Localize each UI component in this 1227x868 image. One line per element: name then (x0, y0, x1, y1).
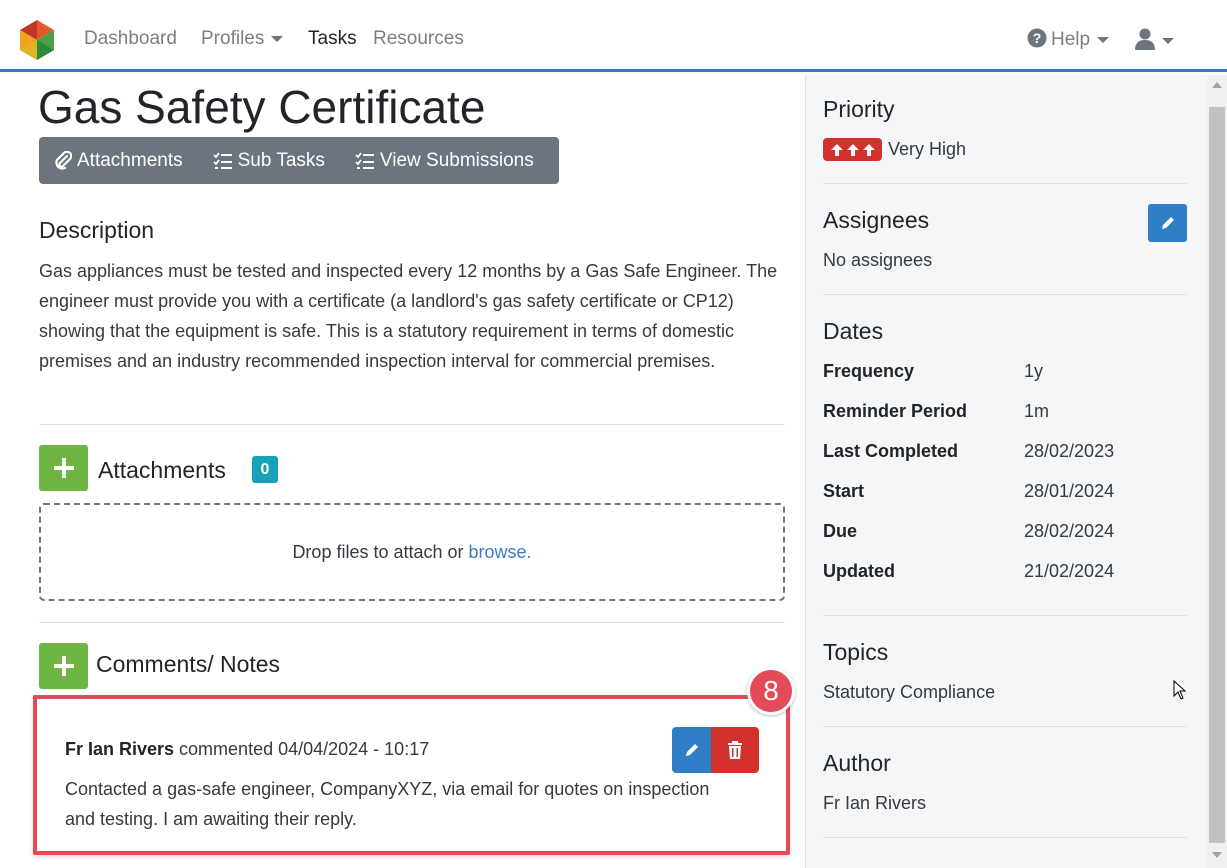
date-value-due: 28/02/2024 (1024, 521, 1115, 541)
chevron-down-icon (1162, 37, 1174, 44)
date-label-due: Due (823, 521, 858, 541)
scrollbar-thumb[interactable] (1209, 107, 1225, 843)
divider (823, 837, 1187, 838)
question-circle-icon: ? (1027, 28, 1047, 48)
comment-author[interactable]: Fr Ian Rivers (65, 739, 174, 759)
browse-link[interactable]: browse. (469, 542, 532, 562)
checklist-icon (355, 151, 374, 169)
dates-heading: Dates (823, 318, 884, 344)
attachments-tab-label: Attachments (77, 149, 183, 171)
dropzone-text: Drop files to attach or (292, 542, 469, 562)
file-dropzone[interactable]: Drop files to attach or browse. (39, 503, 785, 601)
divider (39, 622, 785, 623)
comment-timestamp: commented 04/04/2024 - 10:17 (174, 739, 430, 759)
pencil-icon (1161, 217, 1174, 229)
topics-value: Statutory Compliance (823, 682, 996, 702)
checklist-icon (212, 151, 232, 169)
comments-heading: Comments/ Notes (96, 651, 281, 677)
date-label-updated: Updated (823, 561, 895, 581)
scroll-up-arrow-icon[interactable] (1212, 82, 1222, 88)
view-submissions-label: View Submissions (379, 149, 534, 171)
description-heading: Description (39, 217, 155, 243)
date-value-start: 28/01/2024 (1024, 481, 1115, 501)
topics-heading: Topics (823, 639, 889, 665)
view-submissions-button[interactable]: View Submissions (340, 137, 549, 184)
divider (39, 424, 785, 425)
subtasks-tab-button[interactable]: Sub Tasks (198, 137, 340, 184)
attachments-heading: Attachments (98, 457, 226, 483)
priority-heading: Priority (823, 96, 895, 122)
nav-help[interactable]: ? Help (1027, 28, 1110, 51)
nav-tasks[interactable]: Tasks (308, 28, 357, 50)
pencil-icon (685, 744, 698, 756)
comment-meta: Fr Ian Rivers commented 04/04/2024 - 10:… (65, 739, 429, 760)
scroll-down-arrow-icon[interactable] (1212, 852, 1222, 858)
priority-value: Very High (888, 139, 967, 159)
nav-help-label: Help (1051, 29, 1091, 50)
nav-profiles-label: Profiles (201, 28, 265, 49)
priority-badge (823, 138, 882, 161)
edit-comment-button[interactable] (672, 727, 711, 773)
nav-dashboard[interactable]: Dashboard (84, 28, 177, 50)
comment-text: Contacted a gas-safe engineer, CompanyXY… (65, 779, 710, 829)
divider (823, 726, 1187, 727)
date-value-frequency: 1y (1024, 361, 1044, 381)
date-label-start: Start (823, 481, 865, 501)
mouse-cursor-icon (1173, 680, 1187, 700)
edit-assignees-button[interactable] (1148, 204, 1187, 242)
divider (823, 183, 1187, 184)
paperclip-icon (55, 150, 72, 170)
assignees-heading: Assignees (823, 207, 930, 233)
date-label-last-completed: Last Completed (823, 441, 959, 461)
attachments-count-badge: 0 (252, 456, 278, 483)
divider (823, 615, 1187, 616)
top-navbar: Dashboard Profiles Tasks Resources ? Hel… (0, 0, 1227, 72)
attachments-tab-button[interactable]: Attachments (39, 137, 198, 184)
date-value-last-completed-link[interactable]: 28/02/2023 (1024, 441, 1114, 462)
nav-profiles[interactable]: Profiles (201, 28, 284, 50)
nav-user-menu[interactable] (1135, 28, 1174, 52)
date-label-reminder: Reminder Period (823, 401, 968, 421)
app-logo-icon[interactable] (18, 20, 56, 60)
svg-text:?: ? (1033, 30, 1042, 46)
nav-resources[interactable]: Resources (373, 28, 464, 50)
date-label-frequency: Frequency (823, 361, 915, 381)
date-value-updated: 21/02/2024 (1024, 561, 1115, 581)
arrow-up-icon (862, 143, 875, 156)
author-link[interactable]: Fr Ian Rivers (823, 793, 926, 814)
add-comment-button[interactable] (39, 643, 88, 689)
author-heading: Author (823, 750, 891, 776)
arrow-up-icon (846, 143, 859, 156)
page-title: Gas Safety Certificate (38, 81, 486, 133)
description-text: Gas appliances must be tested and inspec… (39, 261, 778, 371)
divider (823, 294, 1187, 295)
trash-icon (728, 741, 742, 759)
task-toolbar: Attachments Sub Tasks View Submissions (39, 137, 559, 184)
delete-comment-button[interactable] (711, 727, 759, 773)
chevron-down-icon (271, 35, 284, 42)
add-attachment-button[interactable] (39, 445, 88, 491)
chevron-down-icon (1097, 36, 1110, 43)
assignees-value: No assignees (823, 250, 933, 270)
date-value-reminder: 1m (1024, 401, 1050, 421)
user-icon (1135, 28, 1155, 50)
step-number-badge: 8 (747, 667, 795, 715)
arrow-up-icon (830, 143, 843, 156)
subtasks-tab-label: Sub Tasks (237, 149, 325, 171)
